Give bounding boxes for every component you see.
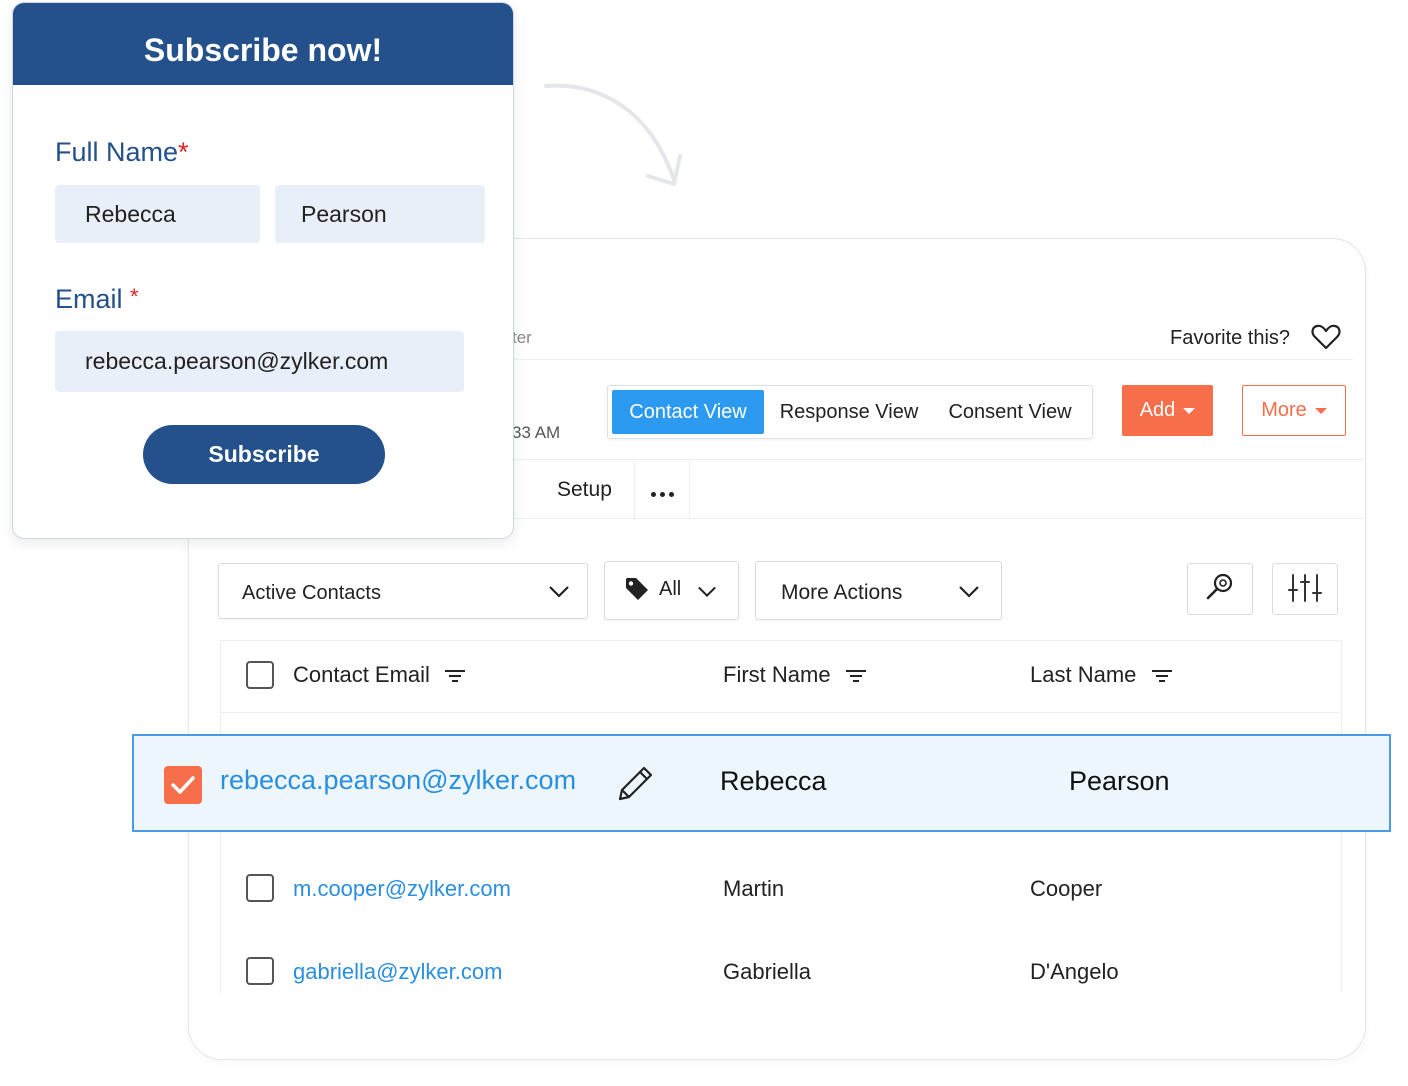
row-last-name: Pearson (1069, 766, 1170, 796)
row-email-link[interactable]: m.cooper@zylker.com (293, 876, 511, 902)
divider (221, 712, 1339, 713)
checkmark-icon (171, 776, 195, 794)
row-last-name: D'Angelo (1030, 959, 1119, 984)
required-mark: * (178, 137, 189, 167)
response-view-tab[interactable]: Response View (770, 390, 928, 434)
chevron-down-icon (549, 586, 569, 598)
last-name-field[interactable]: Pearson (275, 185, 485, 243)
breadcrumb-fragment: ter (512, 328, 532, 347)
consent-view-tab[interactable]: Consent View (934, 390, 1086, 434)
caret-down-icon (1314, 407, 1327, 414)
email-label: Email * (55, 284, 139, 315)
column-header-last-name[interactable]: Last Name (1030, 662, 1173, 688)
subscribe-button[interactable]: Subscribe (143, 425, 385, 484)
dot (660, 492, 665, 497)
pencil-icon[interactable] (614, 763, 656, 805)
chevron-down-icon (698, 586, 716, 598)
sort-filter-icon (445, 670, 466, 683)
column-header-first-name[interactable]: First Name (723, 662, 867, 688)
heart-icon[interactable] (1311, 323, 1341, 351)
sort-filter-icon (1151, 670, 1172, 683)
sliders-icon (1288, 574, 1322, 602)
caret-down-icon (1183, 407, 1196, 414)
row-first-name: Gabriella (723, 959, 812, 984)
tab-setup[interactable]: Setup (557, 478, 612, 502)
row-last-name: Cooper (1030, 876, 1103, 901)
tag-filter-label: All (659, 578, 682, 600)
row-first-name: Martin (723, 876, 785, 901)
row-email-link[interactable]: rebecca.pearson@zylker.com (220, 765, 576, 796)
column-header-label: First Name (723, 662, 831, 687)
row-email-link[interactable]: gabriella@zylker.com (293, 959, 502, 985)
row-checkbox[interactable] (246, 957, 274, 985)
full-name-label-text: Full Name (55, 137, 179, 167)
column-header-label: Last Name (1030, 662, 1137, 687)
more-tabs-button[interactable] (634, 460, 690, 518)
favorite-label: Favorite this? (1170, 327, 1291, 349)
timestamp-fragment: 33 AM (512, 423, 561, 442)
dot (651, 492, 656, 497)
column-header-email[interactable]: Contact Email (293, 662, 466, 688)
column-header-label: Contact Email (293, 662, 430, 687)
more-button-label: More (1261, 399, 1307, 421)
curved-arrow-icon (544, 83, 682, 186)
email-label-text: Email (55, 284, 123, 314)
first-name-field[interactable]: Rebecca (55, 185, 260, 243)
contact-list-label: Active Contacts (242, 582, 381, 604)
divider (513, 359, 1353, 360)
contact-view-tab[interactable]: Contact View (612, 390, 764, 434)
row-first-name: Rebecca (720, 766, 827, 796)
subscribe-form-card: Subscribe now! Full Name* Rebecca Pearso… (12, 2, 514, 539)
email-field[interactable]: rebecca.pearson@zylker.com (55, 331, 464, 392)
more-actions-label: More Actions (781, 581, 903, 604)
more-button[interactable]: More (1242, 385, 1346, 436)
tag-icon (626, 578, 648, 600)
required-mark: * (130, 284, 139, 309)
full-name-label: Full Name* (55, 137, 189, 168)
row-checkbox-checked[interactable] (164, 766, 202, 804)
dot (669, 492, 674, 497)
subscribe-title: Subscribe now! (13, 3, 513, 85)
search-icon (1206, 573, 1233, 600)
add-button[interactable]: Add (1122, 385, 1213, 436)
row-checkbox[interactable] (246, 874, 274, 902)
add-button-label: Add (1139, 399, 1176, 421)
chevron-down-icon (959, 586, 979, 598)
sort-filter-icon (845, 670, 866, 683)
select-all-checkbox[interactable] (246, 661, 274, 689)
